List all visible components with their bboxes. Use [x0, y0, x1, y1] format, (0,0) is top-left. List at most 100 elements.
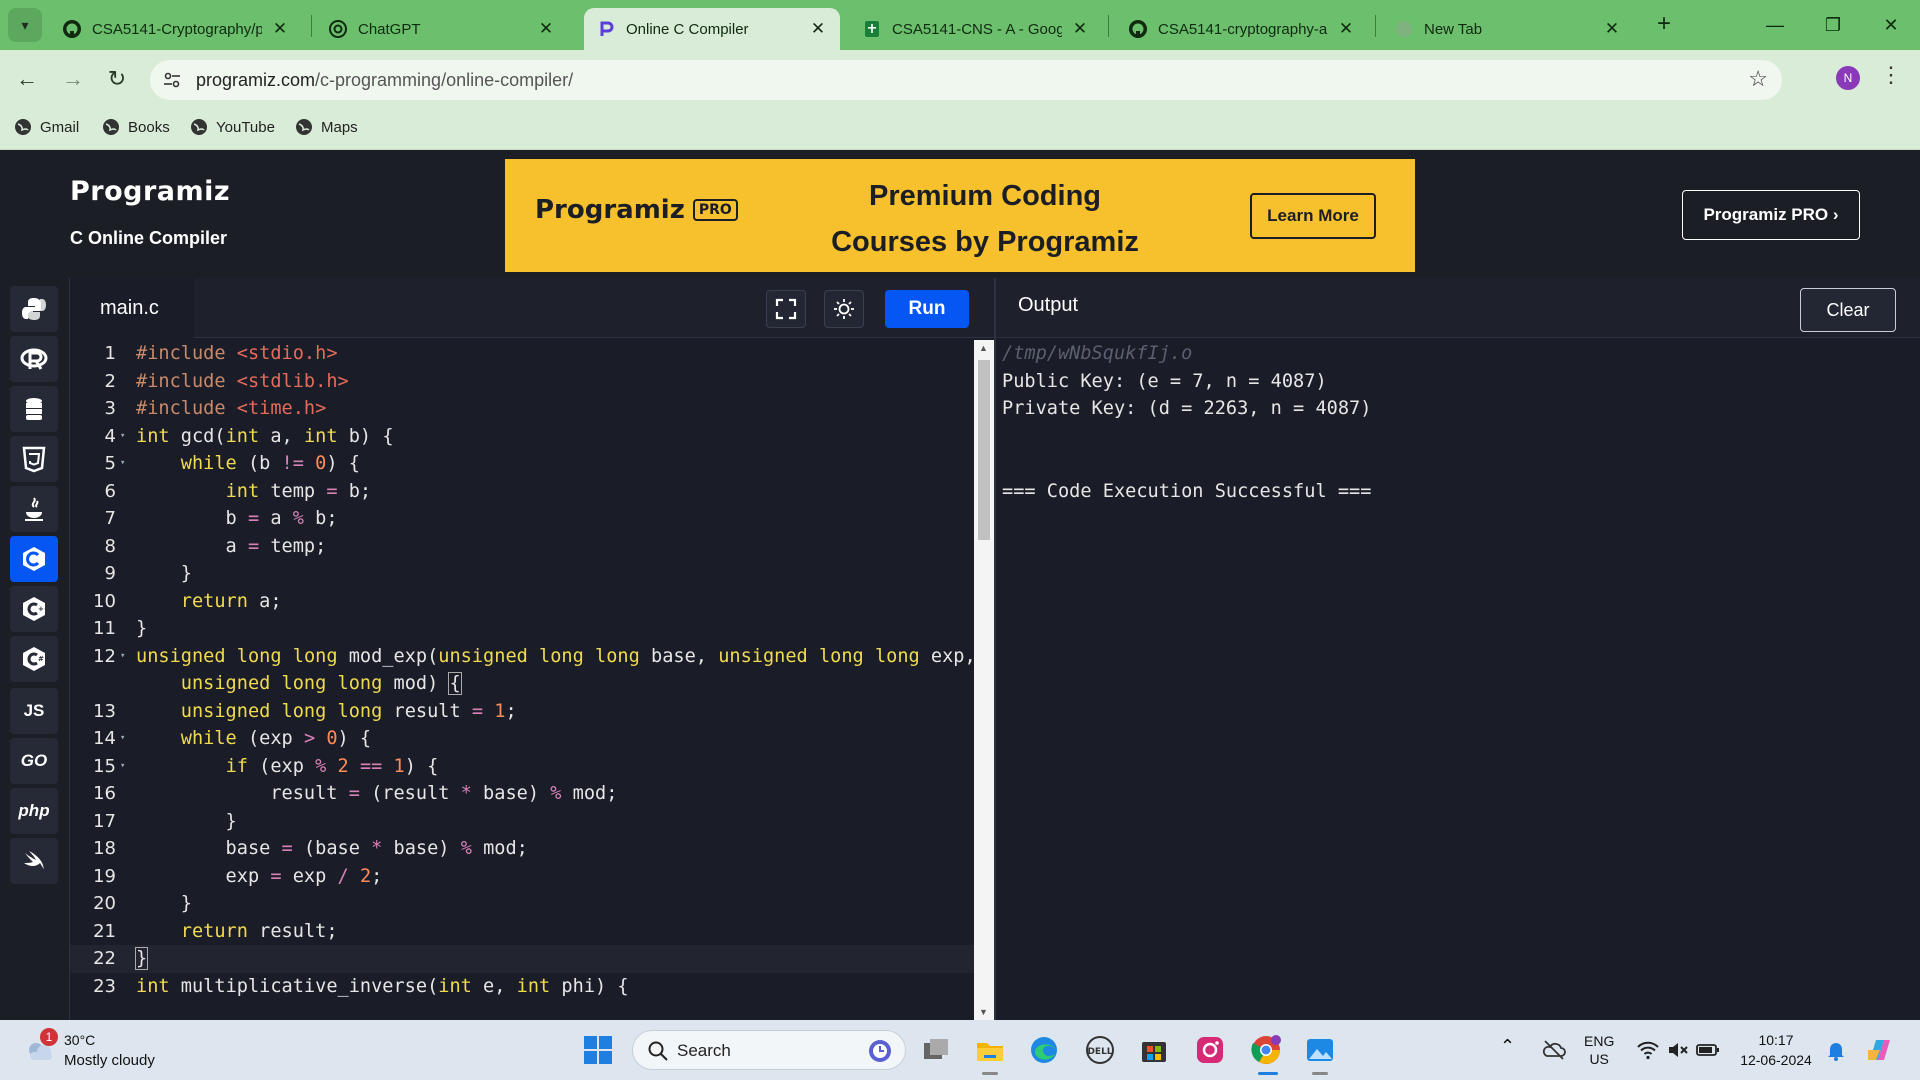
lang-python[interactable]	[10, 286, 58, 332]
profile-avatar[interactable]: N	[1836, 66, 1860, 90]
code-line: 16 result = (result * base) % mod;	[70, 780, 974, 808]
edge-icon[interactable]	[1026, 1032, 1062, 1068]
taskbar-search[interactable]: Search	[632, 1030, 906, 1070]
code-text: base = (base * base) % mod;	[136, 838, 528, 859]
site-info-icon[interactable]	[162, 70, 182, 90]
code-text: }	[134, 947, 149, 970]
bookmark-maps[interactable]: Maps	[295, 118, 358, 136]
programiz-logo[interactable]: Programiz	[70, 176, 230, 207]
fullscreen-button[interactable]	[766, 290, 806, 328]
line-number: 2	[104, 370, 116, 392]
browser-tab[interactable]: New Tab ✕	[1382, 8, 1634, 50]
clock[interactable]: 10:17 12-06-2024	[1736, 1030, 1816, 1070]
fold-arrow-icon[interactable]: ▾	[120, 450, 125, 478]
scroll-up-icon[interactable]: ▲	[979, 343, 988, 353]
code-text: exp = exp / 2;	[136, 865, 383, 887]
url-host: programiz.com	[196, 70, 316, 90]
instagram-icon[interactable]	[1192, 1032, 1228, 1068]
svg-text:DELL: DELL	[1087, 1047, 1112, 1057]
fold-arrow-icon[interactable]: ▾	[120, 725, 125, 753]
lang-html[interactable]	[10, 436, 58, 482]
show-hidden-icons[interactable]: ⌃	[1500, 1036, 1515, 1057]
scroll-down-icon[interactable]: ▼	[979, 1007, 988, 1017]
browser-tab[interactable]: CSA5141-cryptography-an ✕	[1116, 8, 1368, 50]
output-console[interactable]: /tmp/wNbSqukfIj.o Public Key: (e = 7, n …	[1002, 340, 1371, 505]
weather-description[interactable]: Mostly cloudy	[64, 1052, 155, 1069]
windows-start-icon[interactable]	[580, 1032, 616, 1068]
cloud-offline-icon[interactable]	[1536, 1032, 1572, 1068]
globe-icon	[191, 119, 207, 135]
menu-kebab-icon[interactable]: ⋮	[1880, 62, 1902, 88]
tab-separator	[311, 15, 312, 37]
close-icon[interactable]: ✕	[1336, 19, 1356, 39]
address-bar[interactable]: programiz.com/c-programming/online-compi…	[150, 60, 1782, 100]
fold-arrow-icon[interactable]: ▾	[120, 643, 125, 671]
photos-icon[interactable]	[1302, 1032, 1338, 1068]
close-icon[interactable]: ✕	[808, 19, 828, 39]
restore-button[interactable]: ❐	[1810, 8, 1856, 42]
chatgpt-icon	[329, 20, 347, 38]
lang-swift[interactable]	[10, 838, 58, 884]
line-number: 21	[93, 920, 116, 942]
line-number: 13	[93, 700, 116, 722]
copilot-icon[interactable]	[1862, 1032, 1898, 1068]
bookmark-star-icon[interactable]: ☆	[1748, 66, 1768, 92]
lang-sql[interactable]	[10, 386, 58, 432]
newtab-icon	[1396, 21, 1412, 37]
close-window-button[interactable]: ✕	[1868, 8, 1914, 42]
lang-c[interactable]	[10, 536, 58, 582]
dell-icon[interactable]: DELL	[1082, 1032, 1118, 1068]
language-indicator[interactable]: ENG US	[1584, 1032, 1614, 1068]
close-icon[interactable]: ✕	[1602, 19, 1622, 39]
notification-bell-icon[interactable]	[1818, 1032, 1854, 1068]
file-explorer-icon[interactable]	[972, 1032, 1008, 1068]
bookmark-gmail[interactable]: Gmail	[14, 118, 79, 136]
browser-tab[interactable]: CSA5141-CNS - A - Googl ✕	[850, 8, 1102, 50]
bookmark-youtube[interactable]: YouTube	[190, 118, 275, 136]
lang-csharp[interactable]: #	[10, 636, 58, 682]
new-tab-button[interactable]: +	[1650, 10, 1678, 38]
chrome-icon[interactable]	[1248, 1032, 1284, 1068]
code-text: int temp = b;	[225, 480, 372, 502]
learn-more-button[interactable]: Learn More	[1250, 193, 1376, 239]
task-view-icon[interactable]	[918, 1032, 954, 1068]
fullscreen-icon	[775, 298, 797, 320]
tab-search-button[interactable]: ▾	[8, 8, 42, 42]
browser-tab-active[interactable]: Online C Compiler ✕	[584, 8, 840, 50]
back-icon[interactable]: ←	[12, 64, 42, 94]
file-tab-main-c[interactable]: main.c	[70, 278, 194, 338]
battery-icon[interactable]	[1690, 1032, 1726, 1068]
close-icon[interactable]: ✕	[1070, 19, 1090, 39]
lang-java[interactable]	[10, 486, 58, 532]
forward-icon[interactable]: →	[58, 64, 88, 94]
code-line: 23 int multiplicative_inverse(int e, int …	[70, 973, 974, 1001]
reload-icon[interactable]: ↻	[102, 64, 132, 94]
close-icon[interactable]: ✕	[536, 19, 556, 39]
lang-go[interactable]: GO	[10, 738, 58, 784]
scrollbar-thumb[interactable]	[978, 360, 990, 540]
lang-js[interactable]: JS	[10, 688, 58, 734]
browser-tab[interactable]: ChatGPT ✕	[316, 8, 568, 50]
lang-r[interactable]	[10, 336, 58, 382]
minimize-button[interactable]: —	[1752, 8, 1798, 42]
browser-tab[interactable]: CSA5141-Cryptography/pr ✕	[50, 8, 302, 50]
theme-toggle-button[interactable]	[824, 290, 864, 328]
code-editor[interactable]: 1 #include <stdio.h> 2 #include <stdlib.h>…	[70, 340, 976, 1020]
editor-scrollbar[interactable]: ▲ ▼	[974, 340, 994, 1020]
microsoft-store-icon[interactable]	[1136, 1032, 1172, 1068]
weather-temperature[interactable]: 30°C	[64, 1032, 95, 1048]
line-number: 16	[93, 783, 116, 804]
bookmark-books[interactable]: Books	[102, 118, 170, 136]
ad-banner[interactable]: Programiz PRO Premium Coding Courses by Pr…	[505, 159, 1415, 272]
code-line-wrapped: unsigned long long mod) {	[70, 670, 974, 698]
code-line: 4 ▾ int gcd(int a, int b) {	[70, 423, 974, 451]
lang-php[interactable]: php	[10, 788, 58, 834]
clear-button[interactable]: Clear	[1800, 288, 1896, 332]
programiz-pro-button[interactable]: Programiz PRO ›	[1682, 190, 1860, 240]
close-icon[interactable]: ✕	[270, 19, 290, 39]
run-button[interactable]: Run	[885, 290, 969, 328]
fold-arrow-icon[interactable]: ▾	[120, 753, 125, 781]
lang-cpp[interactable]: ++	[10, 586, 58, 632]
fold-arrow-icon[interactable]: ▾	[120, 423, 125, 451]
code-line: 19 exp = exp / 2;	[70, 863, 974, 891]
